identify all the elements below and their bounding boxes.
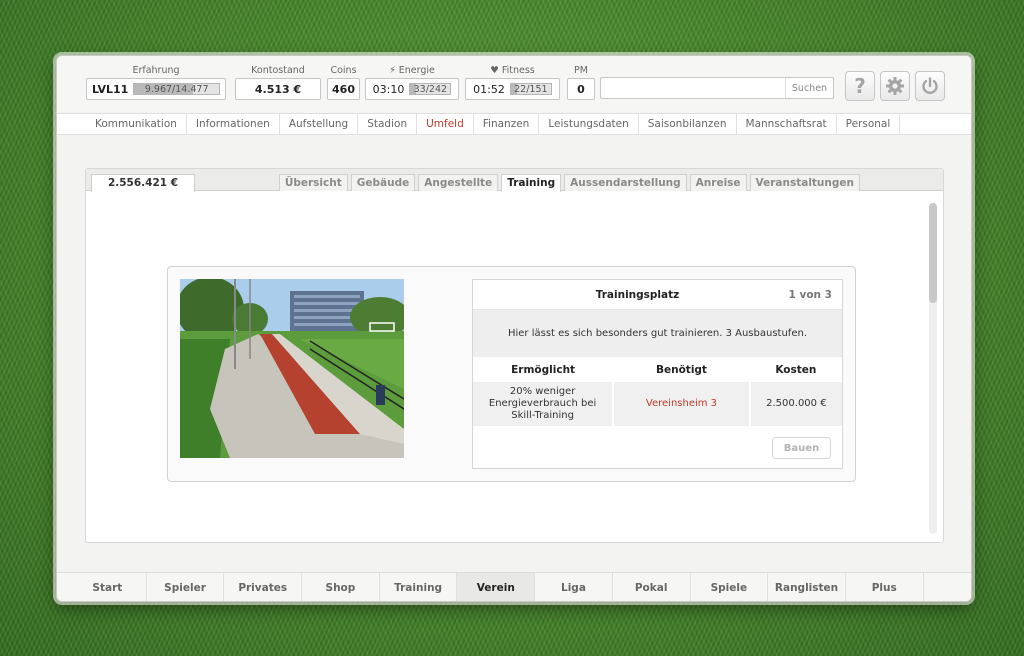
bottom-navigation: Start Spieler Privates Shop Training Verein Li… [57,572,971,601]
game-window: Erfahrung LVL11 9.967/14.477 Kontostand … [56,55,972,602]
table-row: 20% weniger Energieverbrauch bei Skill-T… [473,382,842,426]
fitness-label: Fitness [501,65,535,76]
tab-angestellte[interactable]: Angestellte [418,174,499,191]
energy-label: Energie [398,65,435,76]
bottom-nav-spiele[interactable]: Spiele [691,573,769,601]
building-info: Trainingsplatz 1 von 3 Hier lässt es sic… [472,279,843,469]
scrollbar-thumb[interactable] [929,203,937,303]
tab-training[interactable]: Training [501,174,562,192]
balance-value: 4.513 € [235,78,321,100]
bottom-nav-start[interactable]: Start [69,573,147,601]
build-button[interactable]: Bauen [772,437,831,459]
pm-value[interactable]: 0 [567,78,595,100]
bottom-nav-liga[interactable]: Liga [535,573,613,601]
bottom-nav-shop[interactable]: Shop [302,573,380,601]
header-enables: Ermöglicht [473,357,614,382]
help-button[interactable]: ? [845,71,875,101]
energy-icon: ⚡ [389,65,396,76]
stat-bar: Erfahrung LVL11 9.967/14.477 Kontostand … [57,56,971,112]
fitness-time: 01:52 [473,82,505,96]
cell-cost: 2.500.000 € [748,382,842,426]
heart-icon: ♥ [490,65,499,76]
fitness-stat: ♥ Fitness 01:52 22/151 [465,65,560,100]
tab-aussendarstellung[interactable]: Aussendarstellung [564,174,687,191]
tab-veranstaltungen[interactable]: Veranstaltungen [749,174,860,191]
nav-item-mannschaftsrat[interactable]: Mannschaftsrat [737,114,837,134]
nav-item-leistungsdaten[interactable]: Leistungsdaten [539,114,639,134]
settings-button[interactable] [880,71,910,101]
nav-item-informationen[interactable]: Informationen [187,114,280,134]
bottom-nav-pokal[interactable]: Pokal [613,573,691,601]
level-value: LVL11 [92,82,129,96]
search-box: Suchen [600,77,834,99]
gear-icon [886,77,904,95]
experience-bar: 9.967/14.477 [133,83,220,95]
building-table: Ermöglicht Benötigt Kosten 20% weniger E… [473,357,842,426]
training-ground-image [180,279,404,458]
cell-enables: 20% weniger Energieverbrauch bei Skill-T… [473,382,614,426]
section-tabs: Übersicht Gebäude Angestellte Training Ausse… [278,174,860,192]
bottom-nav-ranglisten[interactable]: Ranglisten [768,573,846,601]
nav-item-saisonbilanzen[interactable]: Saisonbilanzen [639,114,737,134]
building-title: Trainingsplatz [595,288,680,301]
question-icon: ? [854,74,866,98]
balance-label: Kontostand [251,65,305,76]
pm-stat[interactable]: PM 0 [567,65,595,100]
search-button[interactable]: Suchen [785,78,833,98]
nav-item-finanzen[interactable]: Finanzen [474,114,540,134]
building-level-count: 1 von 3 [788,288,832,301]
fitness-value: 22/151 [514,84,548,95]
experience-label: Erfahrung [132,65,180,76]
nav-item-personal[interactable]: Personal [837,114,901,134]
search-input[interactable] [601,78,785,98]
header-cost: Kosten [749,357,842,382]
coins-label: Coins [330,65,357,76]
tab-strip: 2.556.421 € Übersicht Gebäude Angestellte T… [86,169,943,192]
energy-bar: 33/242 [409,83,452,95]
header-required: Benötigt [613,357,750,382]
content-panel: 2.556.421 € Übersicht Gebäude Angestellte T… [85,168,944,543]
experience-value: 9.967/14.477 [144,84,209,95]
nav-item-aufstellung[interactable]: Aufstellung [280,114,359,134]
power-icon [922,77,938,95]
coins-value: 460 [327,78,360,100]
nav-item-stadion[interactable]: Stadion [358,114,418,134]
nav-item-kommunikation[interactable]: Kommunikation [86,114,187,134]
tab-übersicht[interactable]: Übersicht [278,174,348,191]
building-description: Hier lässt es sich besonders gut trainie… [473,310,842,357]
bottom-nav-verein[interactable]: Verein [457,573,536,601]
bottom-nav-privates[interactable]: Privates [224,573,303,601]
logout-button[interactable] [915,71,945,101]
table-header-row: Ermöglicht Benötigt Kosten [473,357,842,382]
pm-label: PM [574,65,588,76]
coins-stat: Coins 460 [327,65,360,100]
fitness-bar: 22/151 [509,83,552,95]
scrollbar[interactable] [929,203,937,534]
energy-stat: ⚡ Energie 03:10 33/242 [365,65,459,100]
cell-required[interactable]: Vereinsheim 3 [612,382,750,426]
bottom-nav-spieler[interactable]: Spieler [147,573,225,601]
main-navigation: Kommunikation Informationen Aufstellung Sta… [57,113,971,135]
energy-time: 03:10 [372,82,405,96]
bottom-nav-plus[interactable]: Plus [846,573,924,601]
balance-stat: Kontostand 4.513 € [235,65,321,100]
club-money: 2.556.421 € [91,174,195,192]
building-panel: Trainingsplatz 1 von 3 Hier lässt es sic… [167,266,856,482]
experience-stat: Erfahrung LVL11 9.967/14.477 [86,65,226,100]
energy-value: 33/242 [413,84,448,95]
bottom-nav-training[interactable]: Training [380,573,458,601]
nav-item-umfeld[interactable]: Umfeld [417,114,474,134]
tab-gebäude[interactable]: Gebäude [350,174,416,191]
tab-anreise[interactable]: Anreise [689,174,747,191]
